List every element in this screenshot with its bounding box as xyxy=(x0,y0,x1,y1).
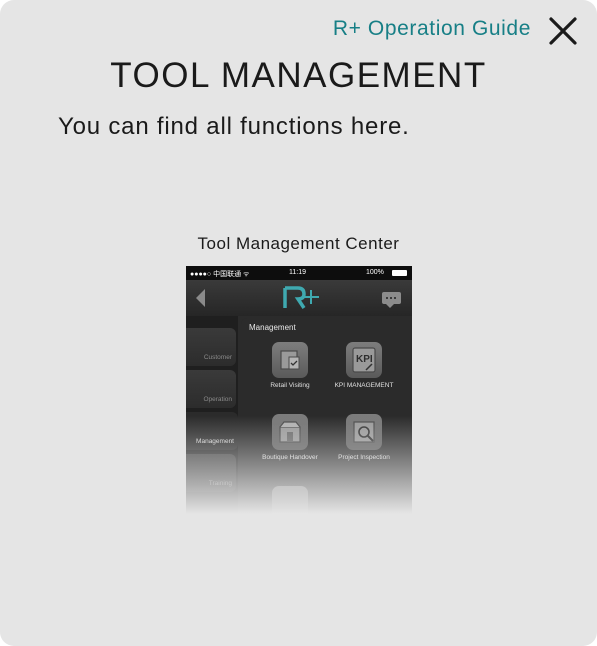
tool-project-inspection: Project Inspection xyxy=(327,414,401,462)
screenshot-caption: Tool Management Center xyxy=(197,234,400,253)
project-inspection-icon xyxy=(346,414,382,450)
side-item-customer: Customer xyxy=(186,328,236,366)
management-content: Management Retail Visiting KPI KPI MANAG… xyxy=(241,318,412,531)
side-menu: Customer Operation Management Training xyxy=(186,316,238,531)
tool-retail-visiting: Retail Visiting xyxy=(253,342,327,390)
app-nav-bar xyxy=(186,280,412,316)
r-plus-logo-icon xyxy=(283,286,319,309)
status-bar: ●●●●○ 中国联通 ᯤ 11:19 100% xyxy=(186,266,412,280)
side-item-management: Management xyxy=(186,412,238,450)
app-screenshot: ●●●●○ 中国联通 ᯤ 11:19 100% Customer Operati… xyxy=(186,266,412,531)
tool-boutique-handover: Boutique Handover xyxy=(253,414,327,462)
content-header: Management xyxy=(249,323,296,332)
tool-label: Boutique Handover xyxy=(262,454,318,461)
battery-icon xyxy=(392,270,407,276)
tool-kpi-management: KPI KPI MANAGEMENT xyxy=(327,342,401,390)
close-icon[interactable] xyxy=(546,14,580,48)
page-subtitle: You can find all functions here. xyxy=(58,113,410,140)
side-item-training: Training xyxy=(186,454,236,492)
kpi-management-icon: KPI xyxy=(346,342,382,378)
tool-label: KPI MANAGEMENT xyxy=(334,382,394,389)
retail-visiting-icon xyxy=(272,342,308,378)
boutique-handover-icon xyxy=(272,414,308,450)
svg-text:KPI: KPI xyxy=(356,354,373,365)
back-arrow-icon xyxy=(196,289,205,307)
side-item-operation: Operation xyxy=(186,370,236,408)
battery-percent: 100% xyxy=(366,269,384,276)
page-title: TOOL MANAGEMENT xyxy=(110,56,487,95)
status-time: 11:19 xyxy=(289,269,306,276)
carrier-signal: ●●●●○ 中国联通 ᯤ xyxy=(190,271,250,278)
tool-icon xyxy=(272,486,308,522)
tool-label: Retail Visiting xyxy=(270,382,310,389)
tool-label: Project Inspection xyxy=(338,454,390,461)
operation-guide-link[interactable]: R+ Operation Guide xyxy=(333,17,531,41)
guide-panel: R+ Operation Guide TOOL MANAGEMENT You c… xyxy=(0,0,597,646)
tool-faded xyxy=(253,486,327,522)
chat-icon xyxy=(382,292,401,308)
